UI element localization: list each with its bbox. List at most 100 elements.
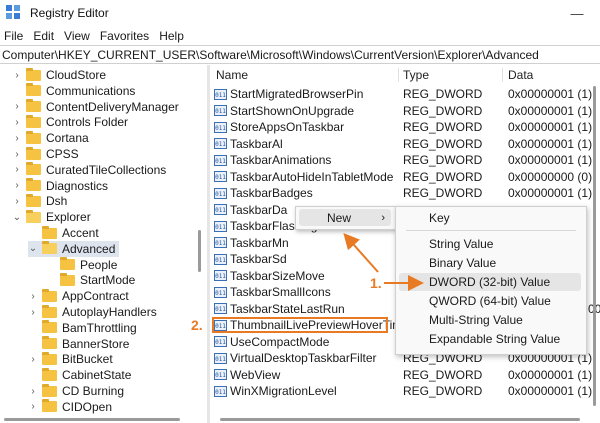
- tree-item[interactable]: Communications: [12, 83, 135, 99]
- menu-favorites[interactable]: Favorites: [96, 29, 155, 43]
- tree-item[interactable]: › CuratedTileCollections: [12, 162, 166, 178]
- address-bar[interactable]: Computer\HKEY_CURRENT_USER\Software\Micr…: [0, 45, 600, 64]
- column-type-header[interactable]: Type: [403, 68, 429, 82]
- window-title: Registry Editor: [30, 6, 109, 20]
- tree-item-label: Communications: [46, 83, 136, 98]
- folder-icon: [42, 320, 57, 334]
- menu-view[interactable]: View: [60, 29, 96, 43]
- submenu-expandable-string-value[interactable]: Expandable String Value: [399, 330, 581, 348]
- chevron-down-icon[interactable]: ⌄: [28, 243, 38, 254]
- chevron-right-icon[interactable]: ›: [12, 70, 22, 81]
- value-row[interactable]: 011 StartMigratedBrowserPin REG_DWORD 0x000…: [210, 86, 600, 103]
- tree-item-label: AppContract: [62, 289, 129, 304]
- submenu-binary-value[interactable]: Binary Value: [399, 254, 581, 272]
- reg-binary-icon: 011: [214, 237, 227, 249]
- value-type: REG_DWORD: [403, 186, 483, 201]
- reg-binary-icon: 011: [214, 171, 227, 183]
- chevron-right-icon[interactable]: ›: [12, 164, 22, 175]
- tree-item-label: BamThrottling: [62, 320, 137, 335]
- chevron-right-icon[interactable]: ›: [12, 180, 22, 191]
- submenu-key[interactable]: Key: [399, 209, 581, 227]
- tree-item[interactable]: CabinetState: [28, 367, 131, 383]
- value-row[interactable]: 011 TaskbarAl REG_DWORD 0x00000001 (1): [210, 136, 600, 153]
- tree-item[interactable]: › Diagnostics: [12, 178, 108, 194]
- list-horizontal-scrollbar[interactable]: [220, 418, 580, 421]
- tree-item-label: Advanced: [62, 241, 116, 256]
- value-data: 0x00000001 (1): [508, 87, 593, 102]
- submenu-dword-value[interactable]: DWORD (32-bit) Value: [399, 273, 581, 291]
- reg-binary-icon: 011: [214, 121, 227, 133]
- value-name: 011 TaskbarSizeMove: [214, 268, 325, 283]
- tree-item[interactable]: › AutoplayHandlers: [28, 304, 157, 320]
- submenu-string-value[interactable]: String Value: [399, 235, 581, 253]
- chevron-right-icon[interactable]: ›: [12, 196, 22, 207]
- chevron-right-icon[interactable]: ›: [28, 307, 38, 318]
- tree-item[interactable]: ⌄ Advanced: [28, 240, 120, 257]
- folder-icon: [26, 114, 41, 128]
- tree-item[interactable]: StartMode: [46, 272, 135, 288]
- value-row[interactable]: 011 WinXMigrationLevel REG_DWORD 0x00000001…: [210, 383, 600, 400]
- tree-item[interactable]: › ContentDeliveryManager: [12, 99, 179, 115]
- value-row[interactable]: 011 TaskbarAnimations REG_DWORD 0x00000001 …: [210, 152, 600, 169]
- context-menu-new[interactable]: New ›: [299, 209, 391, 226]
- reg-binary-icon: 011: [214, 154, 227, 166]
- value-row[interactable]: 011 WebView REG_DWORD 0x00000001 (1): [210, 367, 600, 384]
- tree-item-label: Dsh: [46, 194, 68, 209]
- menu-edit[interactable]: Edit: [29, 29, 60, 43]
- tree-item[interactable]: › Cortana: [12, 130, 89, 146]
- value-data: 0x00000001 (1): [508, 153, 593, 168]
- value-type: REG_DWORD: [403, 367, 483, 382]
- folder-icon: [26, 193, 41, 207]
- chevron-right-icon[interactable]: ›: [28, 291, 38, 302]
- chevron-right-icon[interactable]: ›: [12, 149, 22, 160]
- value-name: 011 VirtualDesktopTaskbarFilter: [214, 351, 377, 366]
- folder-icon: [42, 336, 57, 350]
- menu-file[interactable]: File: [0, 29, 29, 43]
- chevron-down-icon[interactable]: ⌄: [12, 212, 22, 223]
- tree-item[interactable]: BamThrottling: [28, 320, 137, 336]
- tree-item[interactable]: › CloudStore: [12, 67, 106, 83]
- column-name-header[interactable]: Name: [216, 68, 248, 82]
- tree-item[interactable]: ⌄ Explorer: [12, 209, 91, 225]
- tree-item[interactable]: › CD Burning: [28, 383, 124, 399]
- tree-item[interactable]: › Dsh: [12, 193, 67, 209]
- tree-item[interactable]: › BitBucket: [28, 351, 113, 367]
- chevron-right-icon[interactable]: ›: [12, 133, 22, 144]
- column-data-header[interactable]: Data: [508, 68, 533, 82]
- tree-item[interactable]: › CIDOpen: [28, 399, 112, 415]
- value-name: 011 WinXMigrationLevel: [214, 384, 337, 399]
- tree-item[interactable]: Accent: [28, 225, 99, 241]
- list-scrollbar-thumb[interactable]: [593, 86, 596, 406]
- chevron-right-icon[interactable]: ›: [12, 117, 22, 128]
- chevron-right-icon[interactable]: ›: [28, 401, 38, 412]
- value-row[interactable]: 011 TaskbarBadges REG_DWORD 0x00000001 (1): [210, 185, 600, 202]
- chevron-right-icon[interactable]: ›: [28, 386, 38, 397]
- minimize-icon[interactable]: —: [554, 0, 600, 26]
- folder-icon: [26, 83, 41, 97]
- tree-item-label: BitBucket: [62, 352, 113, 367]
- chevron-right-icon[interactable]: ›: [28, 354, 38, 365]
- column-separator[interactable]: [502, 68, 503, 82]
- tree-horizontal-scrollbar[interactable]: [4, 418, 180, 421]
- value-row[interactable]: 011 StartShownOnUpgrade REG_DWORD 0x0000000…: [210, 103, 600, 120]
- reg-binary-icon: 011: [214, 138, 227, 150]
- menu-help[interactable]: Help: [155, 29, 190, 43]
- folder-icon: [42, 367, 57, 381]
- tree-item-label: AutoplayHandlers: [62, 305, 157, 319]
- tree-item[interactable]: › AppContract: [28, 288, 129, 304]
- tree-item[interactable]: › CPSS: [12, 146, 79, 162]
- tree-item-label: Accent: [62, 226, 99, 240]
- tree-item[interactable]: › Controls Folder: [12, 114, 128, 130]
- value-row[interactable]: 011 StoreAppsOnTaskbar REG_DWORD 0x00000001…: [210, 119, 600, 136]
- tree-scrollbar-thumb[interactable]: [198, 230, 201, 272]
- value-name: 011 TaskbarSmallIcons: [214, 285, 331, 300]
- submenu-multi-string-value[interactable]: Multi-String Value: [399, 311, 581, 329]
- value-type: REG_DWORD: [403, 136, 483, 151]
- submenu-qword-value[interactable]: QWORD (64-bit) Value: [399, 292, 581, 310]
- column-separator[interactable]: [398, 68, 399, 82]
- tree-item[interactable]: BannerStore: [28, 336, 129, 352]
- folder-icon: [26, 162, 41, 176]
- value-row[interactable]: 011 TaskbarAutoHideInTabletMode REG_DWORD 0…: [210, 169, 600, 186]
- tree-item[interactable]: People: [46, 257, 117, 273]
- chevron-right-icon[interactable]: ›: [12, 101, 22, 112]
